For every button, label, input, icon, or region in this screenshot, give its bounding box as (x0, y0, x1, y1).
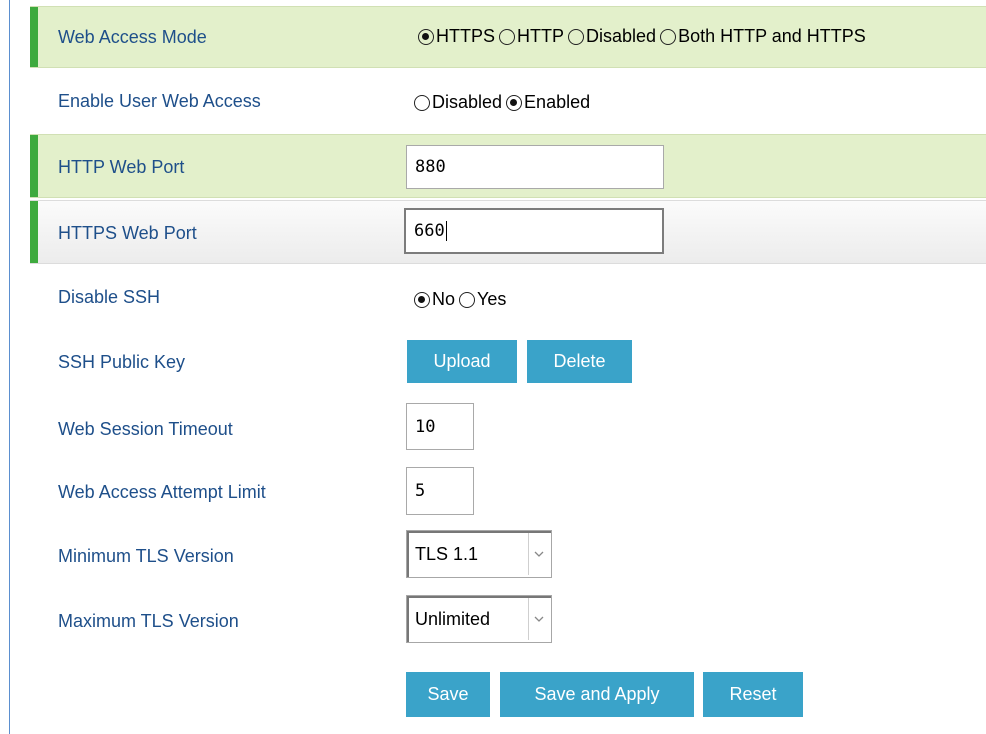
web-access-attempt-limit-input[interactable]: 5 (406, 467, 474, 515)
radio-ssh-yes-circle[interactable] (459, 291, 476, 308)
save-and-apply-button[interactable]: Save and Apply (500, 672, 694, 717)
row-accent-bar (30, 7, 38, 67)
radio-user-enabled-circle[interactable] (506, 94, 523, 111)
http-web-port-label: HTTP Web Port (58, 157, 185, 177)
radio-both[interactable]: Both HTTP and HTTPS (656, 26, 866, 47)
disable-ssh-label: Disable SSH (58, 287, 161, 307)
https-web-port-label: HTTPS Web Port (58, 223, 197, 243)
web-session-timeout-label: Web Session Timeout (58, 419, 233, 439)
radio-user-enabled[interactable]: Enabled (502, 92, 590, 113)
row-accent-bar (30, 135, 38, 197)
max-tls-select[interactable]: Unlimited (406, 595, 552, 643)
radio-ssh-no-circle[interactable] (414, 291, 430, 308)
http-web-port-input[interactable]: 880 (406, 145, 664, 189)
radio-https[interactable]: HTTPS (414, 26, 495, 47)
radio-both-circle[interactable] (660, 28, 677, 45)
web-session-timeout-input[interactable]: 10 (406, 403, 474, 450)
min-tls-label: Minimum TLS Version (58, 546, 234, 566)
radio-http-circle[interactable] (499, 28, 516, 45)
save-button[interactable]: Save (406, 672, 490, 717)
upload-button[interactable]: Upload (407, 340, 517, 383)
radio-https-circle[interactable] (418, 28, 434, 45)
reset-button[interactable]: Reset (703, 672, 803, 717)
radio-http[interactable]: HTTP (495, 26, 564, 47)
radio-user-disabled[interactable]: Disabled (410, 92, 502, 113)
enable-user-web-access-label: Enable User Web Access (58, 91, 261, 111)
chevron-down-icon[interactable] (528, 533, 549, 575)
web-access-mode-radio-group: HTTPS HTTP Disabled Both HTTP and HTTPS (414, 26, 866, 47)
text-caret (445, 221, 447, 241)
radio-ssh-yes[interactable]: Yes (455, 289, 506, 310)
row-accent-bar (30, 201, 38, 263)
radio-disabled-circle[interactable] (568, 28, 585, 45)
frame-border (9, 0, 10, 734)
enable-user-web-access-radio-group: Disabled Enabled (410, 92, 590, 113)
min-tls-select[interactable]: TLS 1.1 (406, 530, 552, 578)
chevron-down-icon[interactable] (528, 598, 549, 640)
radio-user-disabled-circle[interactable] (414, 94, 430, 111)
web-access-mode-label: Web Access Mode (58, 27, 207, 47)
radio-disabled[interactable]: Disabled (564, 26, 656, 47)
max-tls-label: Maximum TLS Version (58, 611, 239, 631)
radio-ssh-no[interactable]: No (410, 289, 455, 310)
delete-button[interactable]: Delete (527, 340, 632, 383)
ssh-public-key-label: SSH Public Key (58, 352, 186, 372)
disable-ssh-radio-group: No Yes (410, 289, 506, 310)
web-access-attempt-limit-label: Web Access Attempt Limit (58, 482, 266, 502)
https-web-port-input[interactable]: 660 (404, 208, 664, 254)
